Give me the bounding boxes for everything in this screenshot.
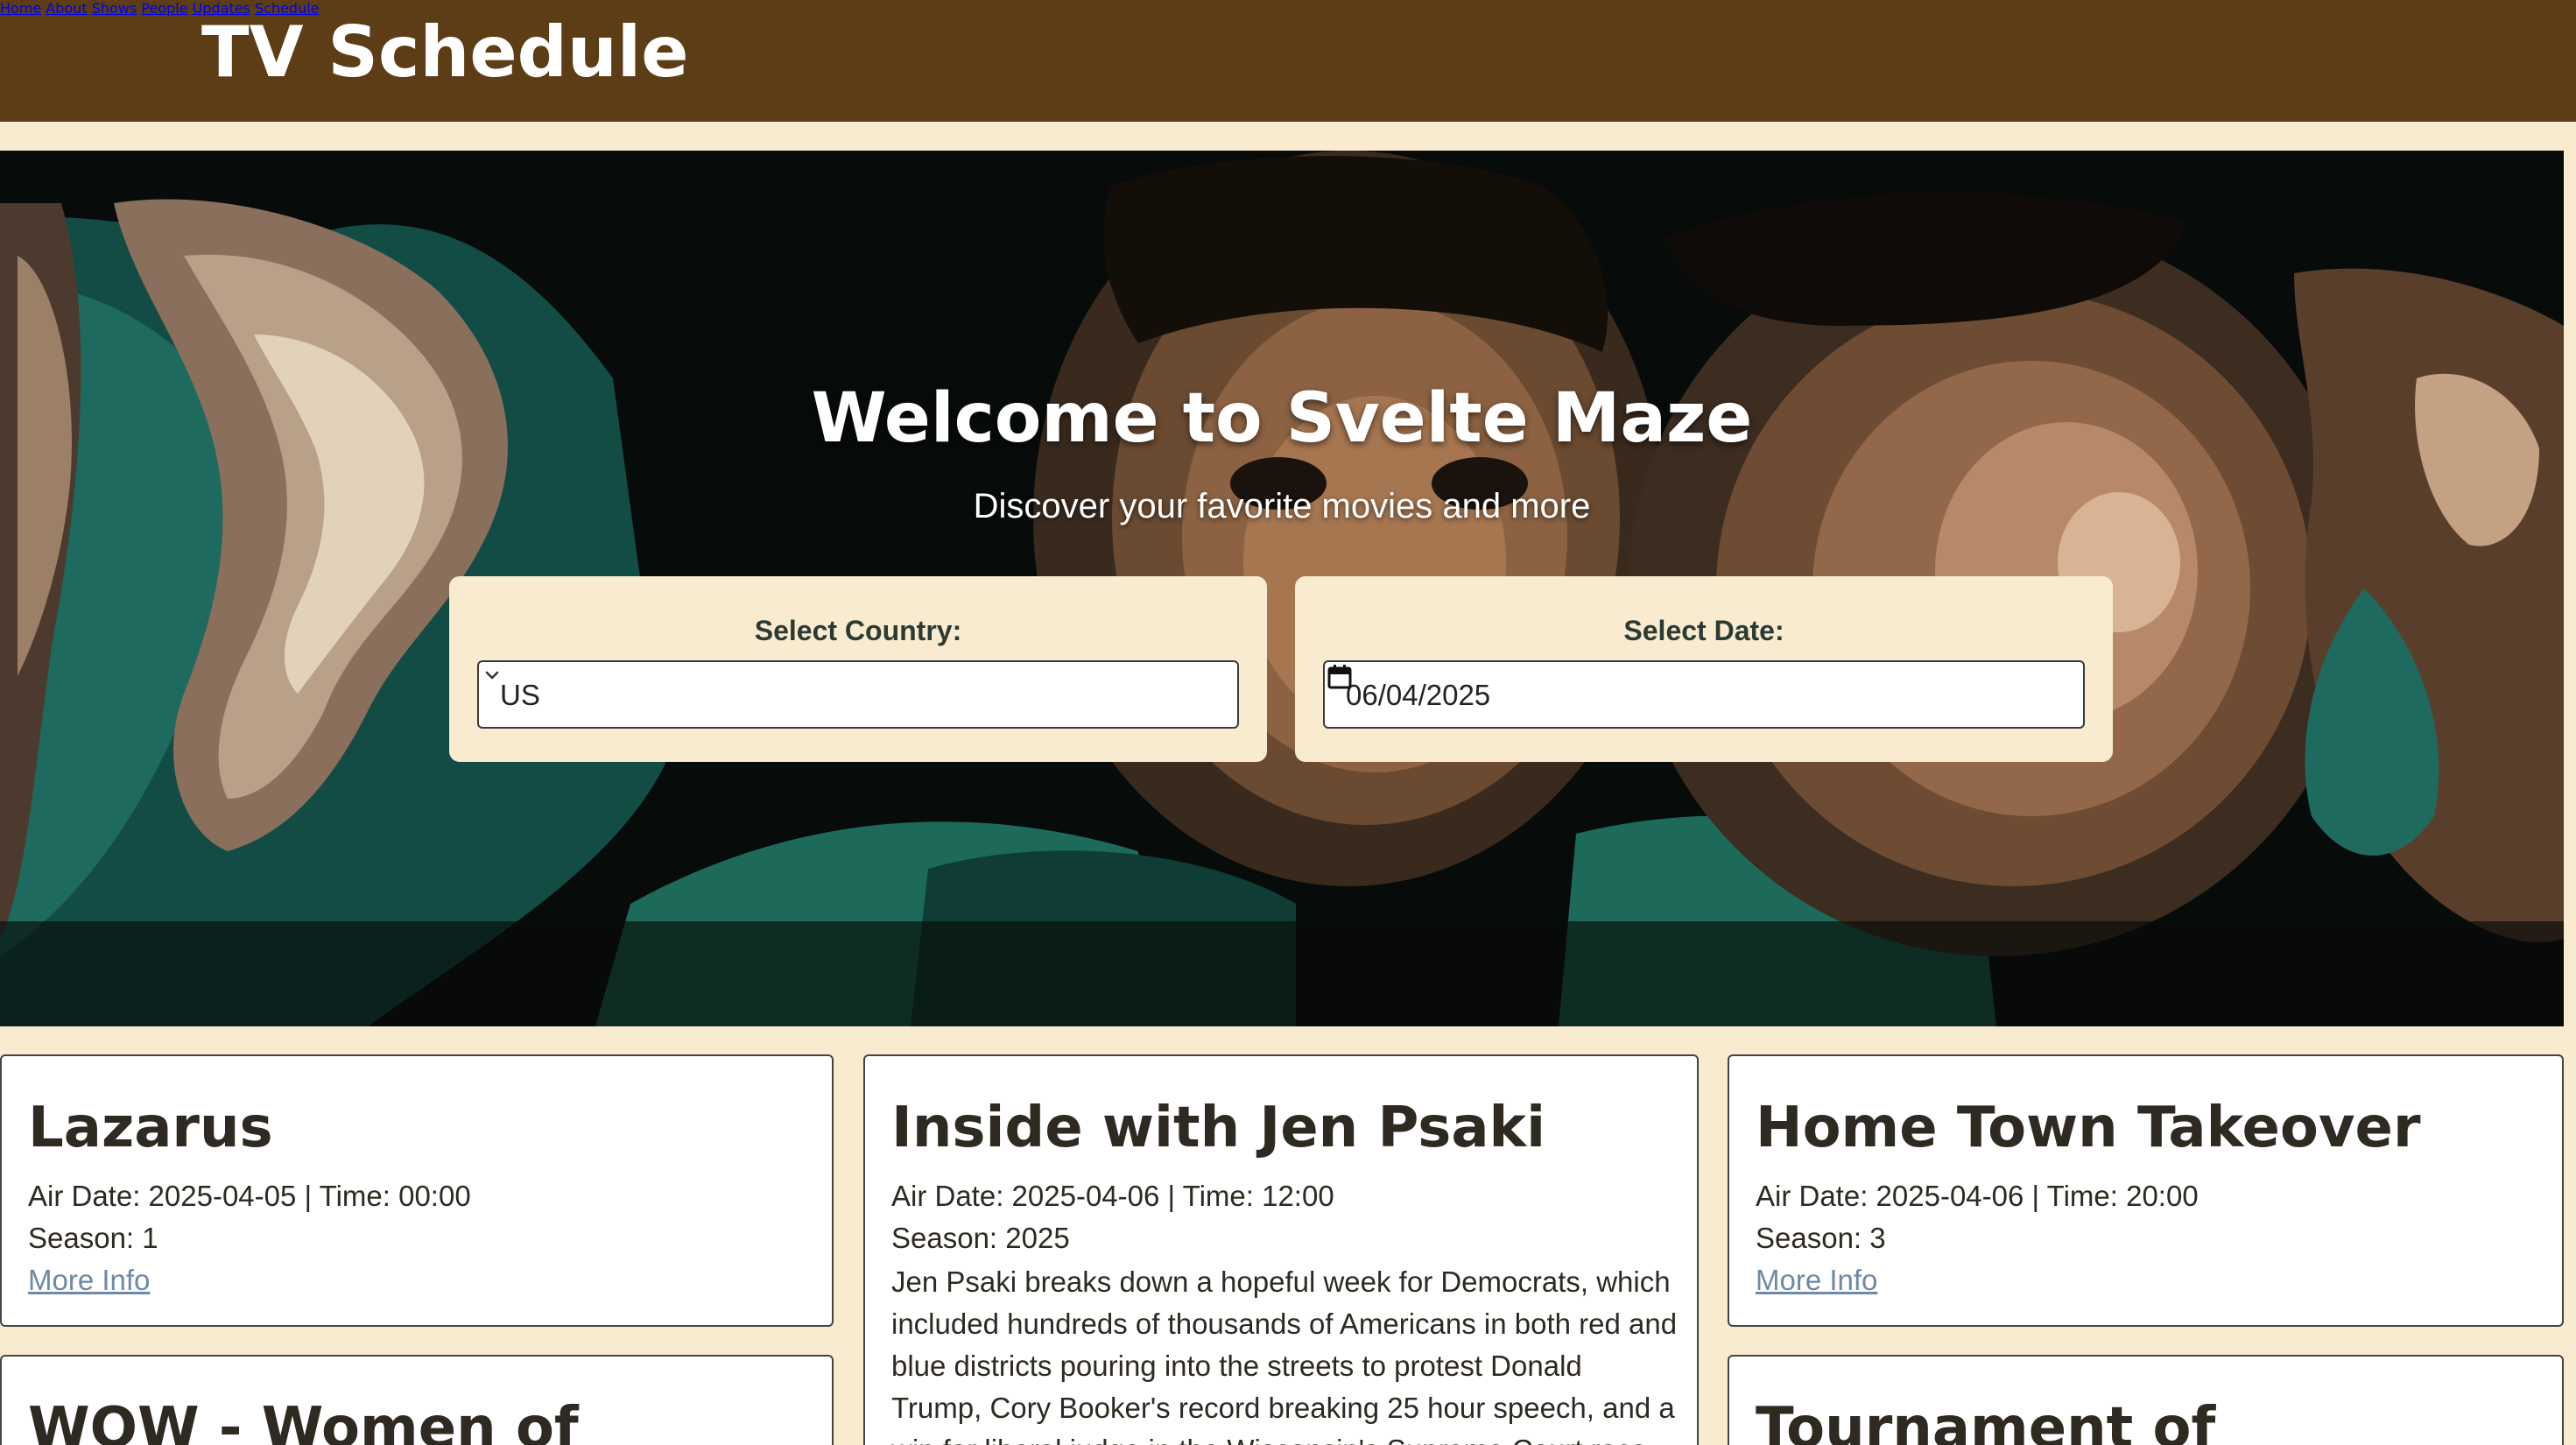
date-label: Select Date:	[1623, 615, 1784, 646]
calendar-icon[interactable]	[1325, 662, 1355, 692]
more-info-link[interactable]: More Info	[28, 1259, 150, 1301]
nav-shows[interactable]: Shows	[92, 0, 137, 17]
show-airdate: Air Date: 2025-04-06 | Time: 20:00	[1756, 1180, 2199, 1212]
show-title: Home Town Takeover	[1756, 1096, 2421, 1160]
country-label: Select Country:	[754, 615, 962, 646]
show-airdate: Air Date: 2025-04-06 | Time: 12:00	[891, 1180, 1334, 1212]
hero-title: Welcome to Svelte Maze	[811, 379, 1753, 458]
show-card: Home Town Takeover Air Date: 2025-04-06 …	[1728, 1054, 2564, 1327]
country-picker-card: Select Country: US	[449, 576, 1267, 762]
nav-about[interactable]: About	[46, 0, 87, 17]
date-input[interactable]: 06/04/2025	[1323, 660, 2085, 729]
show-card: Lazarus Air Date: 2025-04-05 | Time: 00:…	[0, 1054, 834, 1327]
nav-home[interactable]: Home	[0, 0, 41, 17]
show-season: Season: 3	[1756, 1222, 1886, 1254]
show-airdate: Air Date: 2025-04-05 | Time: 00:00	[28, 1180, 471, 1212]
date-picker-card: Select Date: 06/04/2025	[1295, 576, 2113, 762]
site-logo[interactable]: TV Schedule	[201, 7, 688, 98]
country-select-value: US	[500, 679, 540, 711]
nav-people[interactable]: People	[141, 0, 187, 17]
show-summary: Jen Psaki breaks down a hopeful week for…	[891, 1265, 1678, 1445]
show-season: Season: 1	[28, 1222, 158, 1254]
show-card: Tournament of	[1728, 1355, 2564, 1445]
show-title: Inside with Jen Psaki	[891, 1096, 1546, 1160]
show-card: Inside with Jen Psaki Air Date: 2025-04-…	[863, 1054, 1699, 1445]
show-title: Lazarus	[28, 1096, 273, 1160]
show-title: Tournament of	[1756, 1396, 2216, 1445]
date-input-value: 06/04/2025	[1346, 679, 1491, 711]
top-navigation-bar: TV Schedule Home About Shows People Upda…	[0, 0, 2576, 122]
chevron-down-icon	[485, 671, 499, 680]
more-info-link[interactable]: More Info	[1756, 1259, 1877, 1301]
hero-subtitle: Discover your favorite movies and more	[973, 487, 1591, 525]
country-select[interactable]: US	[477, 660, 1239, 729]
hero-background-image	[0, 151, 2564, 1026]
show-card: WOW - Women of	[0, 1355, 834, 1445]
hero-banner: Welcome to Svelte Maze Discover your fav…	[0, 151, 2564, 1026]
show-title: WOW - Women of	[28, 1396, 579, 1445]
show-season: Season: 2025	[891, 1222, 1070, 1254]
